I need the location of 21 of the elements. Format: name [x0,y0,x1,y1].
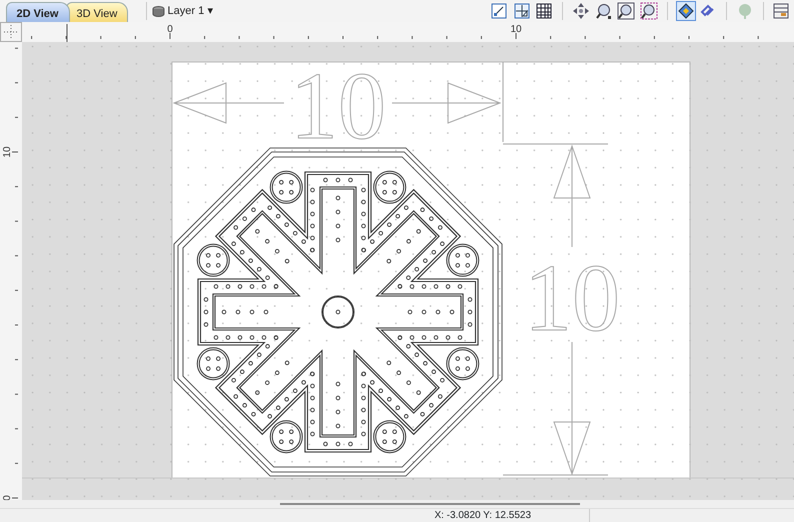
scrollbar-thumb[interactable] [280,503,580,505]
zoom-icon[interactable] [639,1,659,21]
cursor-coordinates: X: -3.0820 Y: 12.5523 [0,509,590,522]
zoom-icon[interactable] [616,1,636,21]
move-icon[interactable] [570,1,591,21]
snap-icon[interactable] [488,1,509,21]
dimension-text: 10 [290,52,386,159]
view-tab[interactable]: 3D View [66,2,128,22]
panel-icon[interactable] [771,1,792,21]
ruler-label: 0 [167,24,173,35]
ruler-label: 0 [2,495,13,500]
dimension-text: 10 [524,244,620,351]
ruler-label: 10 [510,24,522,35]
grid-icon[interactable] [534,1,554,21]
layer-icon [152,4,165,18]
measure-icon[interactable] [512,1,532,21]
view-tab[interactable]: 2D View [6,2,70,22]
layer-dropdown[interactable]: Layer 1 ▾ [168,2,214,20]
diamond-icon[interactable] [676,1,696,21]
zoom-icon[interactable] [594,1,614,21]
ruler-label: 10 [2,146,13,158]
